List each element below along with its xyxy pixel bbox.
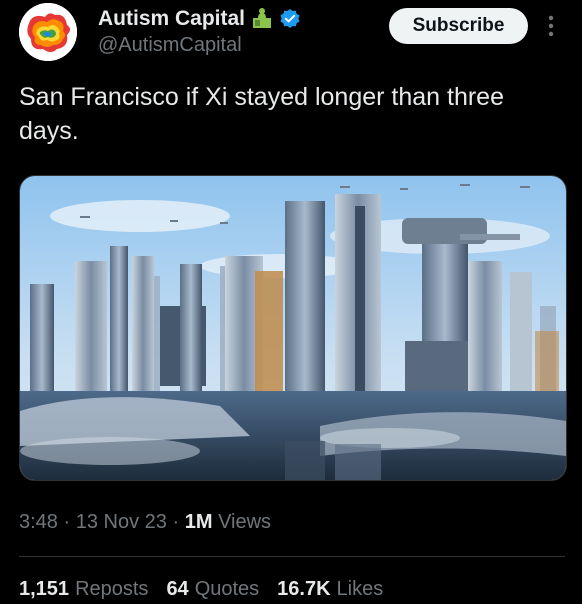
separator: · — [172, 511, 180, 533]
quotes-count: 64 — [166, 578, 189, 600]
subscribe-button[interactable]: Subscribe — [389, 8, 528, 44]
more-options-icon[interactable] — [542, 12, 560, 40]
quotes-stat[interactable]: 64 Quotes — [166, 578, 259, 601]
likes-stat[interactable]: 16.7K Likes — [277, 578, 383, 601]
tweet-text: San Francisco if Xi stayed longer than t… — [19, 83, 504, 145]
avatar[interactable] — [19, 3, 77, 61]
engagement-stats: 1,151 Reposts 64 Quotes 16.7K Likes — [19, 578, 383, 601]
author-handle[interactable]: @AutismCapital — [98, 34, 242, 57]
rainbow-puzzle-logo-icon — [19, 3, 77, 61]
author-name-row[interactable]: Autism Capital — [98, 6, 301, 32]
verified-badge-icon — [280, 9, 300, 28]
reposts-stat[interactable]: 1,151 Reposts — [19, 578, 148, 601]
reposts-count: 1,151 — [19, 578, 70, 600]
separator: · — [63, 511, 71, 533]
tweet-timestamp-views: 3:48 · 13 Nov 23 · 1M Views — [19, 511, 271, 534]
likes-label: Likes — [336, 578, 384, 600]
futuristic-city-image — [20, 176, 566, 480]
likes-count: 16.7K — [277, 578, 331, 600]
puzzle-piece-icon — [253, 8, 272, 28]
views-label[interactable]: Views — [218, 511, 271, 533]
quotes-label: Quotes — [194, 578, 260, 600]
reposts-label: Reposts — [75, 578, 149, 600]
tweet-date[interactable]: 13 Nov 23 — [76, 511, 167, 533]
tweet-time[interactable]: 3:48 — [19, 511, 58, 533]
divider — [19, 556, 565, 557]
tweet-media-image[interactable] — [19, 175, 567, 481]
views-count[interactable]: 1M — [185, 511, 213, 533]
author-name[interactable]: Autism Capital — [98, 7, 245, 31]
